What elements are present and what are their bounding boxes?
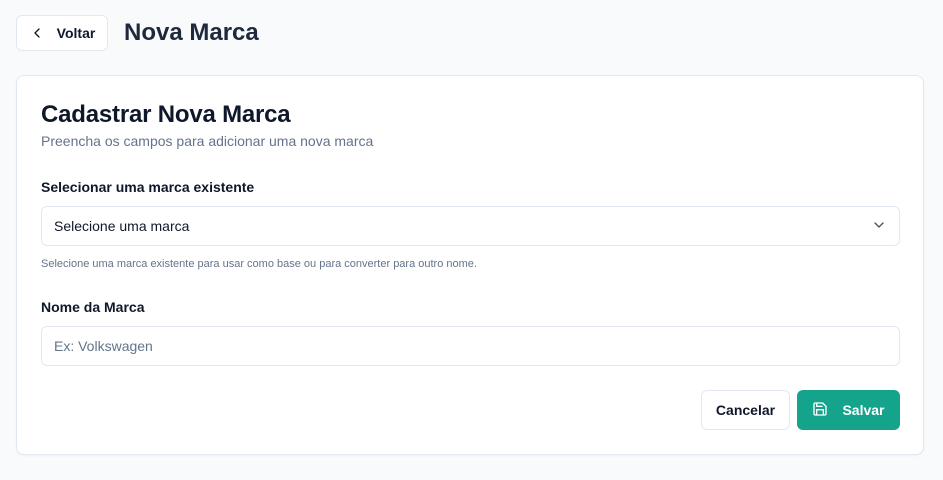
back-button-label: Voltar <box>56 25 96 41</box>
chevron-left-icon <box>29 25 45 41</box>
chevron-down-icon <box>871 217 887 236</box>
page-header: Voltar Nova Marca <box>16 15 259 51</box>
card-title: Cadastrar Nova Marca <box>41 101 291 128</box>
brand-name-input[interactable] <box>41 326 900 366</box>
cancel-button-label: Cancelar <box>715 402 776 418</box>
save-button-label: Salvar <box>842 402 885 418</box>
existing-brand-help-text: Selecione uma marca existente para usar … <box>41 258 477 270</box>
existing-brand-label: Selecionar uma marca existente <box>41 179 255 195</box>
existing-brand-select-value: Selecione uma marca <box>54 218 190 234</box>
back-button[interactable]: Voltar <box>16 15 108 51</box>
page-title: Nova Marca <box>124 19 259 46</box>
existing-brand-select[interactable]: Selecione uma marca <box>41 206 900 246</box>
save-button[interactable]: Salvar <box>797 390 900 430</box>
cancel-button[interactable]: Cancelar <box>701 390 790 430</box>
brand-name-label: Nome da Marca <box>41 299 145 315</box>
card-subtitle: Preencha os campos para adicionar uma no… <box>41 133 374 149</box>
brand-form-card: Cadastrar Nova Marca Preencha os campos … <box>16 75 924 455</box>
save-icon <box>812 401 828 420</box>
